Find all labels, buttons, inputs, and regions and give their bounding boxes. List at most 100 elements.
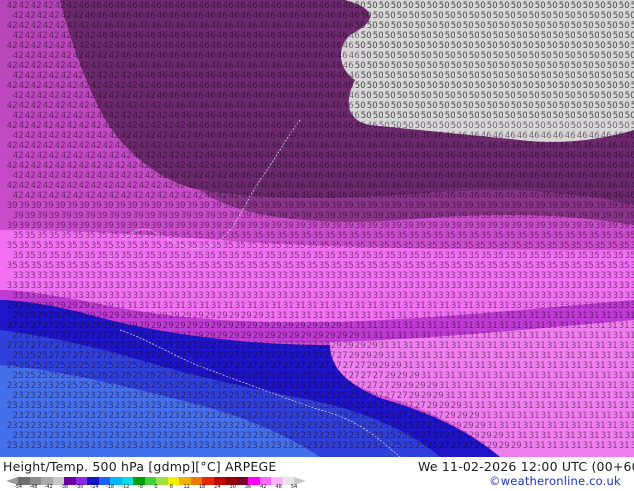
contour-label: 27	[7, 341, 18, 351]
contour-label: 35	[121, 251, 132, 261]
contour-label: 50	[373, 71, 384, 81]
contour-label: 23	[151, 421, 162, 431]
contour-label: 39	[151, 201, 162, 211]
contour-label: 23	[355, 421, 366, 431]
contour-label: 50	[607, 81, 618, 91]
contour-label: 50	[361, 51, 372, 61]
contour-label: 46	[259, 161, 270, 171]
contour-label: 31	[613, 351, 624, 361]
contour-label: 50	[607, 41, 618, 51]
contour-label: 39	[529, 211, 540, 221]
contour-label: 23	[61, 431, 72, 441]
contour-label: 42	[13, 71, 24, 81]
contour-label: 50	[469, 111, 480, 121]
contour-label: 46	[463, 161, 474, 171]
contour-label: 25	[223, 381, 234, 391]
contour-label: 27	[7, 321, 18, 331]
contour-label: 33	[445, 271, 456, 281]
contour-label: 50	[367, 101, 378, 111]
contour-label: 27	[235, 361, 246, 371]
contour-label: 50	[529, 91, 540, 101]
contour-label: 42	[19, 21, 30, 31]
contour-label: 29	[367, 361, 378, 371]
contour-label: 33	[193, 291, 204, 301]
colorbar-label: 8	[169, 484, 173, 490]
contour-label: 23	[271, 441, 282, 451]
contour-label: 42	[103, 161, 114, 171]
contour-label: 39	[535, 201, 546, 211]
contour-label: 29	[193, 311, 204, 321]
contour-label: 35	[583, 261, 594, 271]
contour-label: 50	[517, 71, 528, 81]
contour-label: 42	[127, 161, 138, 171]
contour-label: 46	[187, 1, 198, 11]
contour-label: 25	[427, 441, 438, 451]
contour-label: 31	[553, 351, 564, 361]
contour-label: 29	[115, 321, 126, 331]
contour-label: 46	[571, 141, 582, 151]
contour-label: 50	[463, 1, 474, 11]
contour-label: 46	[139, 21, 150, 31]
contour-label: 25	[91, 381, 102, 391]
contour-label: 33	[265, 291, 276, 301]
contour-label: 46	[325, 171, 336, 181]
contour-label: 23	[25, 391, 36, 401]
contour-label: 27	[145, 351, 156, 361]
contour-label: 35	[427, 241, 438, 251]
contour-label: 33	[421, 291, 432, 301]
contour-label: 27	[109, 331, 120, 341]
contour-label: 50	[601, 71, 612, 81]
contour-label: 50	[391, 21, 402, 31]
contour-label: 42	[25, 71, 36, 81]
contour-label: 50	[481, 91, 492, 101]
contour-label: 23	[67, 421, 78, 431]
contour-label: 46	[319, 81, 330, 91]
contour-label: 35	[13, 231, 24, 241]
contour-label: 42	[109, 171, 120, 181]
contour-label: 46	[265, 71, 276, 81]
contour-label: 23	[199, 421, 210, 431]
contour-label: 31	[301, 311, 312, 321]
contour-label: 27	[337, 371, 348, 381]
contour-label: 31	[619, 421, 630, 431]
contour-label: 33	[253, 291, 264, 301]
contour-label: 27	[241, 351, 252, 361]
contour-label: 35	[421, 231, 432, 241]
contour-label: 27	[463, 441, 474, 451]
credit-link[interactable]: ©weatheronline.co.uk	[489, 474, 621, 488]
contour-label: 50	[553, 111, 564, 121]
contour-label: 46	[265, 171, 276, 181]
contour-label: 31	[517, 331, 528, 341]
contour-label: 39	[235, 201, 246, 211]
contour-label: 23	[193, 431, 204, 441]
contour-label: 39	[79, 201, 90, 211]
contour-label: 50	[469, 11, 480, 21]
contour-label: 46	[511, 141, 522, 151]
contour-label: 39	[355, 221, 366, 231]
contour-label: 31	[613, 311, 624, 321]
contour-label: 50	[529, 31, 540, 41]
contour-label: 23	[127, 401, 138, 411]
contour-label: 29	[493, 431, 504, 441]
contour-label: 35	[625, 231, 634, 241]
contour-label: 46	[289, 51, 300, 61]
contour-label: 25	[85, 371, 96, 381]
contour-label: 29	[373, 351, 384, 361]
contour-label: 46	[199, 101, 210, 111]
contour-label: 33	[535, 301, 546, 311]
contour-label: 29	[7, 301, 18, 311]
contour-label: 23	[13, 411, 24, 421]
contour-label: 23	[73, 411, 84, 421]
contour-label: 27	[391, 401, 402, 411]
contour-label: 46	[427, 161, 438, 171]
contour-label: 33	[415, 281, 426, 291]
contour-label: 46	[487, 141, 498, 151]
contour-label: 27	[79, 341, 90, 351]
contour-label: 46	[283, 161, 294, 171]
contour-label: 27	[433, 431, 444, 441]
contour-label: 33	[49, 291, 60, 301]
contour-label: 33	[457, 271, 468, 281]
contour-label: 46	[481, 151, 492, 161]
contour-label: 46	[601, 131, 612, 141]
contour-label: 33	[397, 271, 408, 281]
